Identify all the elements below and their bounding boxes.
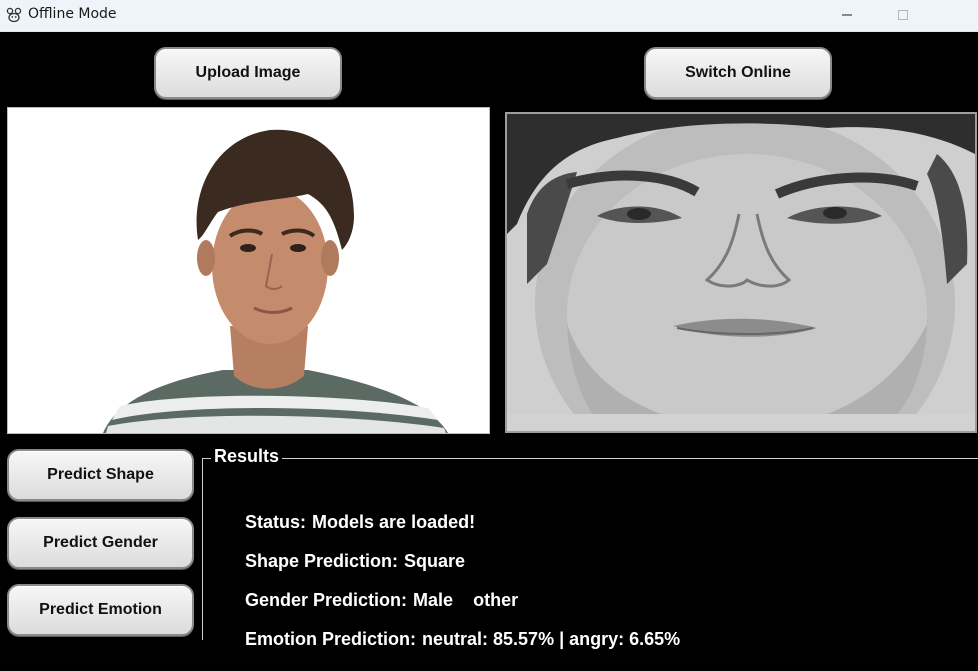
- minimize-button[interactable]: [824, 0, 870, 30]
- status-value: Models are loaded!: [312, 512, 476, 532]
- results-panel: Results Status: Models are loaded! Shape …: [202, 446, 978, 649]
- upload-image-button[interactable]: Upload Image: [154, 47, 342, 99]
- gender-prediction-extra: other: [473, 590, 519, 610]
- shape-prediction-label: Shape Prediction:: [245, 551, 399, 571]
- predict-gender-button[interactable]: Predict Gender: [7, 517, 194, 569]
- original-image-panel: [7, 107, 490, 434]
- app-icon: [6, 7, 22, 23]
- shape-prediction-value: Square: [404, 551, 466, 571]
- grayscale-face-image: [507, 114, 975, 431]
- status-label: Status:: [245, 512, 307, 532]
- maximize-icon: [898, 10, 908, 20]
- switch-online-button[interactable]: Switch Online: [644, 47, 832, 99]
- minimize-icon: [842, 14, 852, 16]
- main-content: Upload Image Switch Online Predict Shape…: [0, 33, 978, 649]
- predict-emotion-button[interactable]: Predict Emotion: [7, 584, 194, 636]
- portrait-image: [8, 108, 489, 433]
- processed-face-panel: [505, 112, 977, 433]
- title-bar: Offline Mode: [0, 0, 978, 32]
- emotion-prediction-value: neutral: 85.57% | angry: 6.65%: [422, 629, 681, 649]
- results-title: Results: [211, 446, 283, 467]
- predict-shape-button[interactable]: Predict Shape: [7, 449, 194, 501]
- maximize-button[interactable]: [880, 0, 926, 30]
- gender-prediction-value: Male: [413, 590, 454, 610]
- emotion-prediction-label: Emotion Prediction:: [245, 629, 417, 649]
- gender-prediction-label: Gender Prediction:: [245, 590, 408, 610]
- window-title: Offline Mode: [28, 6, 117, 22]
